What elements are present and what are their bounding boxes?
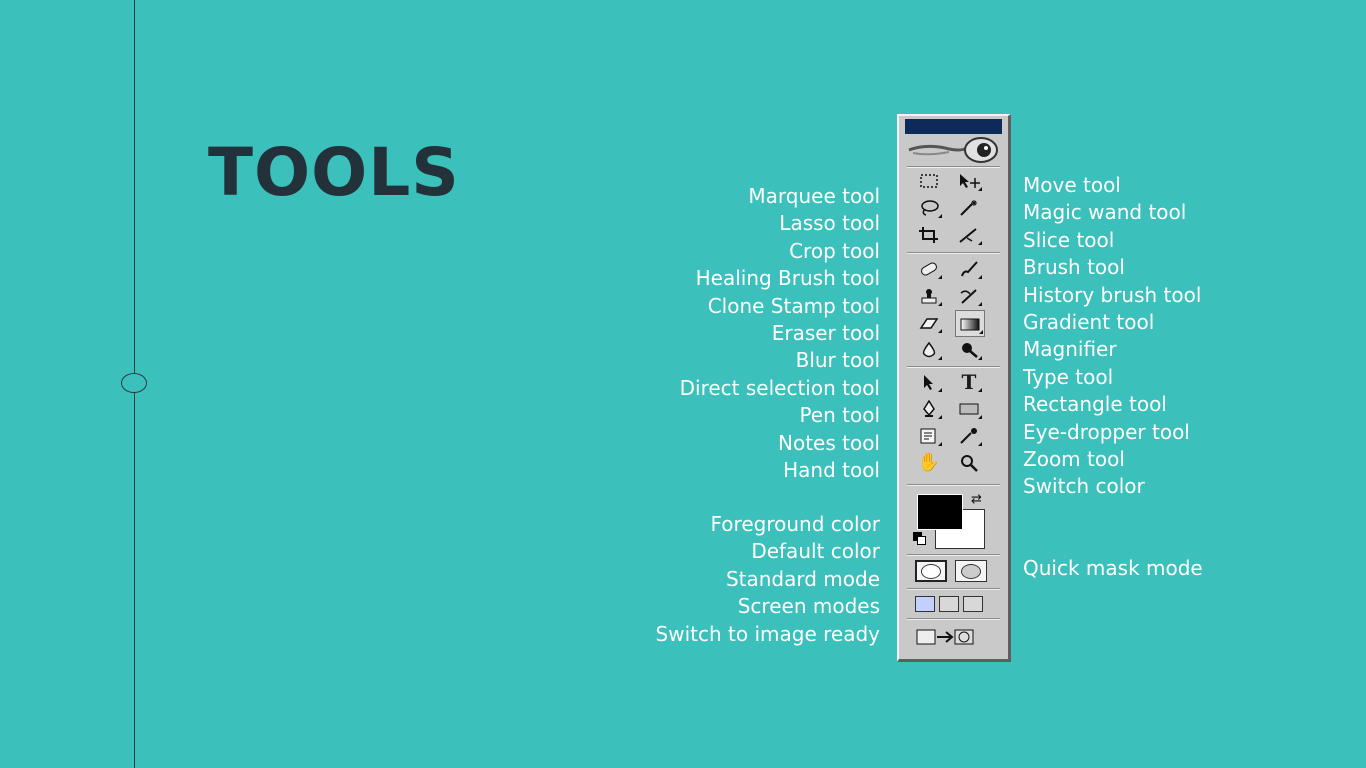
label-screen-modes: Screen modes [737, 594, 880, 619]
label-foreground-color: Foreground color [710, 512, 880, 536]
toolbox-separator [907, 618, 1000, 620]
quick-mask-mode-button[interactable] [955, 560, 987, 582]
switch-to-imageready-button[interactable] [913, 626, 987, 648]
label-type-tool: Type tool [1023, 364, 1114, 389]
label-magic-wand-tool: Magic wand tool [1023, 200, 1187, 225]
tool-flyout-indicator [978, 356, 982, 360]
tool-flyout-indicator [938, 302, 942, 306]
left-labels-bottom-group: Foreground color Default color Standard … [656, 511, 880, 648]
tool-flyout-indicator [978, 275, 982, 279]
pen-tool-icon[interactable] [915, 396, 943, 421]
label-pen-tool: Pen tool [799, 403, 880, 428]
toolbox-header-logo[interactable] [905, 136, 1002, 164]
label-marquee-tool: Marquee tool [748, 184, 880, 208]
imageready-icon [916, 629, 974, 645]
label-magnifier: Magnifier [1023, 337, 1117, 362]
full-screen-menu-mode-button[interactable] [939, 596, 959, 612]
magic-wand-tool-icon[interactable] [955, 195, 983, 220]
label-zoom-tool: Zoom tool [1023, 447, 1125, 472]
label-switch-color: Switch color [1023, 474, 1145, 499]
tool-flyout-indicator [978, 302, 982, 306]
standard-mode-button[interactable] [915, 560, 947, 582]
zoom-tool-icon[interactable] [955, 450, 983, 475]
hand-tool-icon[interactable]: ✋ [915, 450, 943, 475]
dodge-tool-icon[interactable] [955, 337, 983, 362]
label-crop-tool: Crop tool [789, 238, 880, 263]
tool-flyout-indicator [938, 214, 942, 218]
move-tool-icon[interactable] [955, 168, 983, 193]
toolbox-palette: T ✋ ⇄ [897, 114, 1011, 662]
foreground-color-swatch[interactable] [917, 494, 963, 530]
lasso-tool-icon[interactable] [915, 195, 943, 220]
label-history-brush-tool: History brush tool [1023, 282, 1202, 307]
label-brush-tool: Brush tool [1023, 255, 1125, 280]
default-bg-mini [917, 536, 926, 545]
label-lasso-tool: Lasso tool [779, 211, 880, 236]
tool-flyout-indicator [938, 275, 942, 279]
label-gradient-tool: Gradient tool [1023, 310, 1155, 335]
type-glyph: T [961, 369, 977, 394]
crop-tool-icon[interactable] [915, 222, 943, 247]
label-slice-tool: Slice tool [1023, 227, 1115, 252]
right-labels-group: Move tool Magic wand tool Slice tool Bru… [1023, 172, 1201, 501]
label-blur-tool: Blur tool [795, 348, 880, 373]
history-brush-tool-icon[interactable] [955, 283, 983, 308]
switch-colors-icon[interactable]: ⇄ [971, 492, 982, 507]
label-eye-dropper-tool: Eye-dropper tool [1023, 419, 1190, 444]
slide-title: TOOLS [208, 134, 460, 211]
direct-selection-tool-icon[interactable] [915, 369, 943, 394]
hand-glyph: ✋ [917, 451, 941, 473]
standard-screen-mode-button[interactable] [915, 596, 935, 612]
toolbox-separator [907, 554, 1000, 556]
tool-flyout-indicator [978, 187, 982, 191]
default-colors-icon[interactable] [913, 532, 926, 545]
tool-flyout-indicator [978, 442, 982, 446]
toolbox-titlebar[interactable] [905, 119, 1002, 134]
tool-flyout-indicator [979, 330, 983, 334]
tool-flyout-indicator [938, 329, 942, 333]
tool-flyout-indicator [938, 356, 942, 360]
clone-stamp-tool-icon[interactable] [915, 283, 943, 308]
label-eraser-tool: Eraser tool [771, 321, 880, 346]
tool-flyout-indicator [938, 388, 942, 392]
brush-tool-icon[interactable] [955, 256, 983, 281]
label-notes-tool: Notes tool [778, 430, 880, 455]
toolbox-separator [907, 252, 1000, 254]
rectangle-tool-icon[interactable] [955, 396, 983, 421]
right-labels-bottom-group: Quick mask mode [1023, 555, 1203, 582]
standard-mode-icon [921, 563, 941, 579]
label-hand-tool: Hand tool [783, 458, 880, 483]
notes-tool-icon[interactable] [915, 423, 943, 448]
feather-eye-icon [908, 137, 998, 163]
eraser-tool-icon[interactable] [915, 310, 943, 335]
label-rectangle-tool: Rectangle tool [1023, 392, 1167, 417]
tool-flyout-indicator [938, 442, 942, 446]
label-quick-mask-mode: Quick mask mode [1023, 556, 1203, 580]
toolbox-separator [907, 588, 1000, 590]
full-screen-mode-button[interactable] [963, 596, 983, 612]
label-move-tool: Move tool [1023, 173, 1121, 197]
eyedropper-tool-icon[interactable] [955, 423, 983, 448]
label-healing-brush-tool: Healing Brush tool [695, 266, 880, 291]
label-switch-to-image-ready: Switch to image ready [655, 621, 880, 646]
label-clone-stamp-tool: Clone Stamp tool [707, 293, 880, 318]
type-tool-icon[interactable]: T [955, 369, 983, 394]
label-direct-selection-tool: Direct selection tool [679, 375, 880, 400]
tool-flyout-indicator [978, 388, 982, 392]
tool-flyout-indicator [938, 415, 942, 419]
tool-flyout-indicator [978, 415, 982, 419]
left-labels-group: Marquee tool Lasso tool Crop tool Healin… [680, 183, 880, 484]
healing-brush-tool-icon[interactable] [915, 256, 943, 281]
label-default-color: Default color [751, 539, 880, 564]
tool-flyout-indicator [978, 241, 982, 245]
gradient-tool-icon[interactable] [955, 310, 985, 337]
blur-tool-icon[interactable] [915, 337, 943, 362]
toolbox-separator [907, 484, 1000, 486]
timeline-node [121, 373, 147, 393]
toolbox-separator [907, 366, 1000, 368]
marquee-tool-icon[interactable] [915, 168, 943, 193]
quick-mask-icon [961, 563, 981, 579]
label-standard-mode: Standard mode [725, 566, 880, 591]
slice-tool-icon[interactable] [955, 222, 983, 247]
